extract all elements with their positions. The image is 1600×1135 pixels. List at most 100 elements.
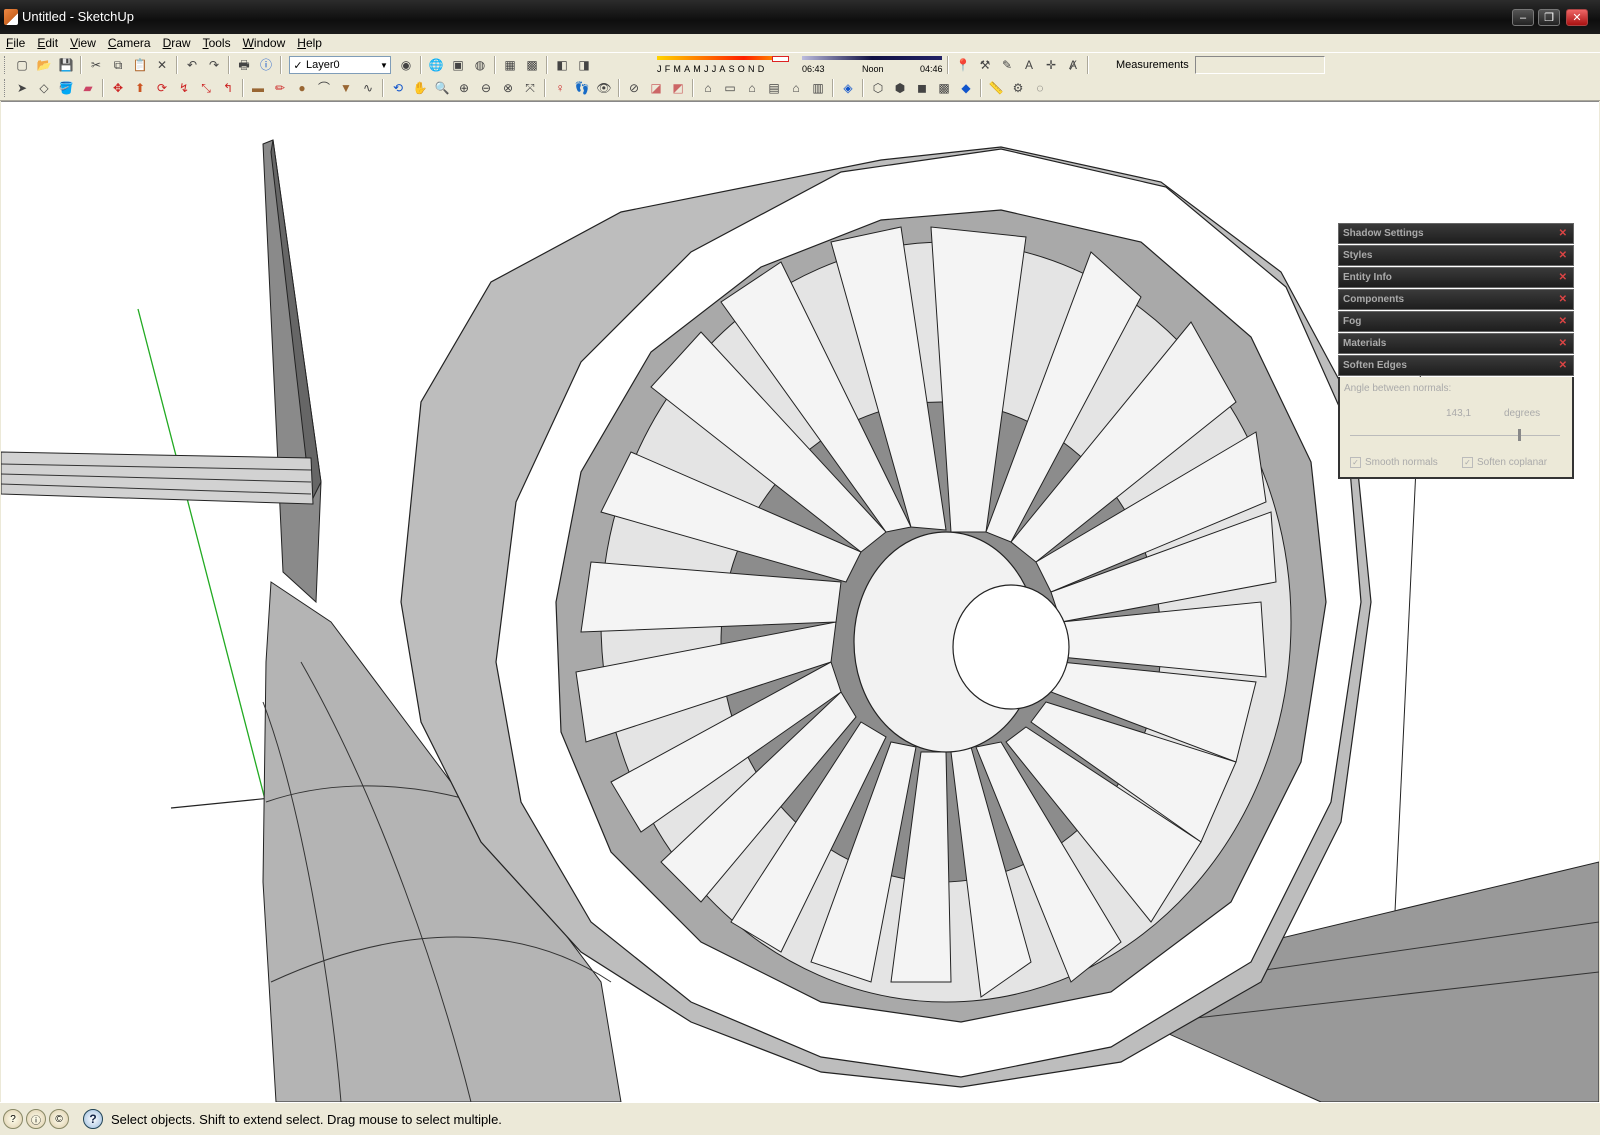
month-slider-bar[interactable]: [657, 56, 787, 60]
previous-view-icon[interactable]: ⊖: [476, 78, 496, 98]
menu-edit[interactable]: Edit: [31, 36, 64, 50]
zoom-extents-icon[interactable]: ⤧: [520, 78, 540, 98]
monochrome-icon[interactable]: ◆: [956, 78, 976, 98]
freehand-icon[interactable]: ∿: [358, 78, 378, 98]
close-icon[interactable]: ✕: [1559, 356, 1567, 375]
get-models-icon[interactable]: 🌐: [426, 55, 446, 75]
geolocation-icon[interactable]: ?: [3, 1109, 23, 1129]
add-location-icon[interactable]: 📍: [953, 55, 973, 75]
close-icon[interactable]: ✕: [1559, 334, 1567, 353]
tray-tab-soften-edges[interactable]: Soften Edges ✕: [1338, 355, 1574, 376]
orbit-icon[interactable]: ⟲: [388, 78, 408, 98]
wireframe-icon[interactable]: ⬡: [868, 78, 888, 98]
close-icon[interactable]: ✕: [1559, 312, 1567, 331]
text-icon[interactable]: A: [1019, 55, 1039, 75]
left-view-icon[interactable]: ▥: [808, 78, 828, 98]
paste-icon[interactable]: 📋: [130, 55, 150, 75]
menu-tools[interactable]: Tools: [197, 36, 237, 50]
top-view-icon[interactable]: ▭: [720, 78, 740, 98]
right-view-icon[interactable]: ▤: [764, 78, 784, 98]
iso-view-icon[interactable]: ⌂: [698, 78, 718, 98]
tray-tab-entity-info[interactable]: Entity Info ✕: [1338, 267, 1574, 288]
copy-icon[interactable]: ⧉: [108, 55, 128, 75]
zoom-icon[interactable]: 🔍: [432, 78, 452, 98]
tray-tab-styles[interactable]: Styles ✕: [1338, 245, 1574, 266]
new-file-icon[interactable]: ▢: [12, 55, 32, 75]
scale-icon[interactable]: ⤡: [196, 78, 216, 98]
offset-icon[interactable]: ↰: [218, 78, 238, 98]
google-earth-icon[interactable]: ◍: [470, 55, 490, 75]
print-icon[interactable]: 🖶: [234, 55, 254, 75]
smooth-normals-checkbox[interactable]: ✓ Smooth normals: [1350, 457, 1438, 468]
rectangle-icon[interactable]: ▬: [248, 78, 268, 98]
arc-icon[interactable]: ⌒: [314, 78, 334, 98]
sandbox-icon[interactable]: ⚒: [975, 55, 995, 75]
tray-tab-components[interactable]: Components ✕: [1338, 289, 1574, 310]
eraser-icon[interactable]: ▰: [78, 78, 98, 98]
credits-icon[interactable]: ⓘ: [26, 1109, 46, 1129]
menu-camera[interactable]: Camera: [102, 36, 157, 50]
back-view-icon[interactable]: ⌂: [786, 78, 806, 98]
pan-hand-icon[interactable]: ✋: [410, 78, 430, 98]
shadow-settings-icon[interactable]: ◧: [552, 55, 572, 75]
redo-icon[interactable]: ↷: [204, 55, 224, 75]
time-slider-bar[interactable]: [802, 56, 942, 60]
front-view-icon[interactable]: ⌂: [742, 78, 762, 98]
paint-bucket-icon[interactable]: 🪣: [56, 78, 76, 98]
tray-tab-fog[interactable]: Fog ✕: [1338, 311, 1574, 332]
open-file-icon[interactable]: 📂: [34, 55, 54, 75]
polygon-icon[interactable]: ▼: [336, 78, 356, 98]
menu-help[interactable]: Help: [291, 36, 328, 50]
hidden-line-icon[interactable]: ⬢: [890, 78, 910, 98]
save-icon[interactable]: 💾: [56, 55, 76, 75]
tape-measure-icon[interactable]: 📏: [986, 78, 1006, 98]
circle-icon[interactable]: ●: [292, 78, 312, 98]
share-model-icon[interactable]: ▣: [448, 55, 468, 75]
sketchup-app-icon[interactable]: [4, 9, 18, 25]
restore-button[interactable]: ❐: [1538, 9, 1560, 26]
walk-icon[interactable]: 👣: [572, 78, 592, 98]
move-icon[interactable]: ✥: [108, 78, 128, 98]
back-edges-icon[interactable]: ◩: [668, 78, 688, 98]
erase-icon[interactable]: ✕: [152, 55, 172, 75]
get-current-view-icon[interactable]: ▦: [500, 55, 520, 75]
menu-file[interactable]: File: [0, 36, 31, 50]
toolbar-grip[interactable]: [4, 56, 8, 74]
section-plane-icon[interactable]: ⊘: [624, 78, 644, 98]
display-mode-icon[interactable]: ◈: [838, 78, 858, 98]
zoom-window-icon[interactable]: ⊕: [454, 78, 474, 98]
model-viewport[interactable]: Shadow Settings ✕ Styles ✕ Entity Info ✕ Co…: [1, 101, 1599, 1103]
cut-icon[interactable]: ✂: [86, 55, 106, 75]
make-component-icon[interactable]: ◇: [34, 78, 54, 98]
measurements-field[interactable]: [1194, 56, 1325, 74]
display-shadows-icon[interactable]: ◨: [574, 55, 594, 75]
shaded-textures-icon[interactable]: ▩: [934, 78, 954, 98]
axes-icon[interactable]: ✛: [1041, 55, 1061, 75]
angle-slider-thumb[interactable]: [1518, 429, 1521, 441]
menu-view[interactable]: View: [64, 36, 102, 50]
minimize-button[interactable]: –: [1512, 9, 1534, 26]
xray-icon[interactable]: ◪: [646, 78, 666, 98]
dimension-icon[interactable]: Ⱥ: [1063, 55, 1083, 75]
layer-dropdown[interactable]: ✓ Layer0 ▼: [289, 56, 391, 74]
month-slider-thumb[interactable]: [772, 56, 789, 62]
follow-me-icon[interactable]: ↯: [174, 78, 194, 98]
menu-window[interactable]: Window: [237, 36, 292, 50]
select-arrow-icon[interactable]: ➤: [12, 78, 32, 98]
tray-tab-materials[interactable]: Materials ✕: [1338, 333, 1574, 354]
undo-icon[interactable]: ↶: [182, 55, 202, 75]
layer-manager-icon[interactable]: ◉: [396, 55, 416, 75]
menu-draw[interactable]: Draw: [157, 36, 197, 50]
line-pencil-icon[interactable]: ✏: [270, 78, 290, 98]
tray-tab-shadow-settings[interactable]: Shadow Settings ✕: [1338, 223, 1574, 244]
toolbar-grip[interactable]: [4, 79, 8, 97]
help-icon[interactable]: ?: [83, 1109, 103, 1129]
chevron-down-icon[interactable]: ▼: [378, 61, 390, 70]
angle-slider-track[interactable]: [1350, 435, 1560, 436]
soften-coplanar-checkbox[interactable]: ✓ Soften coplanar: [1462, 457, 1547, 468]
paint-icon[interactable]: ✎: [997, 55, 1017, 75]
follow-icon[interactable]: ◌: [1030, 78, 1050, 98]
copyright-icon[interactable]: ©: [49, 1109, 69, 1129]
protractor-icon[interactable]: ⚙: [1008, 78, 1028, 98]
push-pull-icon[interactable]: ⬆: [130, 78, 150, 98]
